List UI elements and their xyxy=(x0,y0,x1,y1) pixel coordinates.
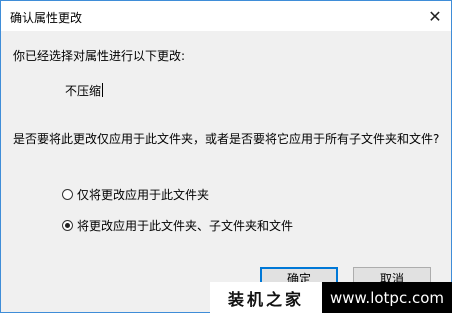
radio-label[interactable]: 仅将更改应用于此文件夹 xyxy=(77,186,209,203)
radio-circle[interactable] xyxy=(62,189,73,200)
change-prompt: 你已经选择对属性进行以下更改: xyxy=(13,49,186,63)
radio-circle-selected[interactable] xyxy=(62,220,73,231)
text-caret xyxy=(102,83,104,97)
title-bar: 确认属性更改 ✕ xyxy=(1,1,451,31)
radio-label[interactable]: 将更改应用于此文件夹、子文件夹和文件 xyxy=(77,217,293,234)
attribute-change-value: 不压缩 xyxy=(65,83,104,98)
site-watermark: 装机之家 www.lotpc.com xyxy=(210,282,452,313)
dialog-title: 确认属性更改 xyxy=(10,11,83,25)
watermark-site-url: www.lotpc.com xyxy=(322,282,452,313)
radio-apply-all-subfolders[interactable]: 将更改应用于此文件夹、子文件夹和文件 xyxy=(62,217,293,234)
confirm-attribute-dialog: 确认属性更改 ✕ 你已经选择对属性进行以下更改: 不压缩 是否要将此更改仅应用于… xyxy=(0,0,452,313)
close-button[interactable]: ✕ xyxy=(419,1,451,31)
apply-scope-question: 是否要将此更改仅应用于此文件夹，或者是否要将它应用于所有子文件夹和文件? xyxy=(13,132,440,146)
watermark-site-name: 装机之家 xyxy=(210,282,322,313)
close-icon: ✕ xyxy=(428,6,442,26)
radio-apply-folder-only[interactable]: 仅将更改应用于此文件夹 xyxy=(62,186,209,203)
